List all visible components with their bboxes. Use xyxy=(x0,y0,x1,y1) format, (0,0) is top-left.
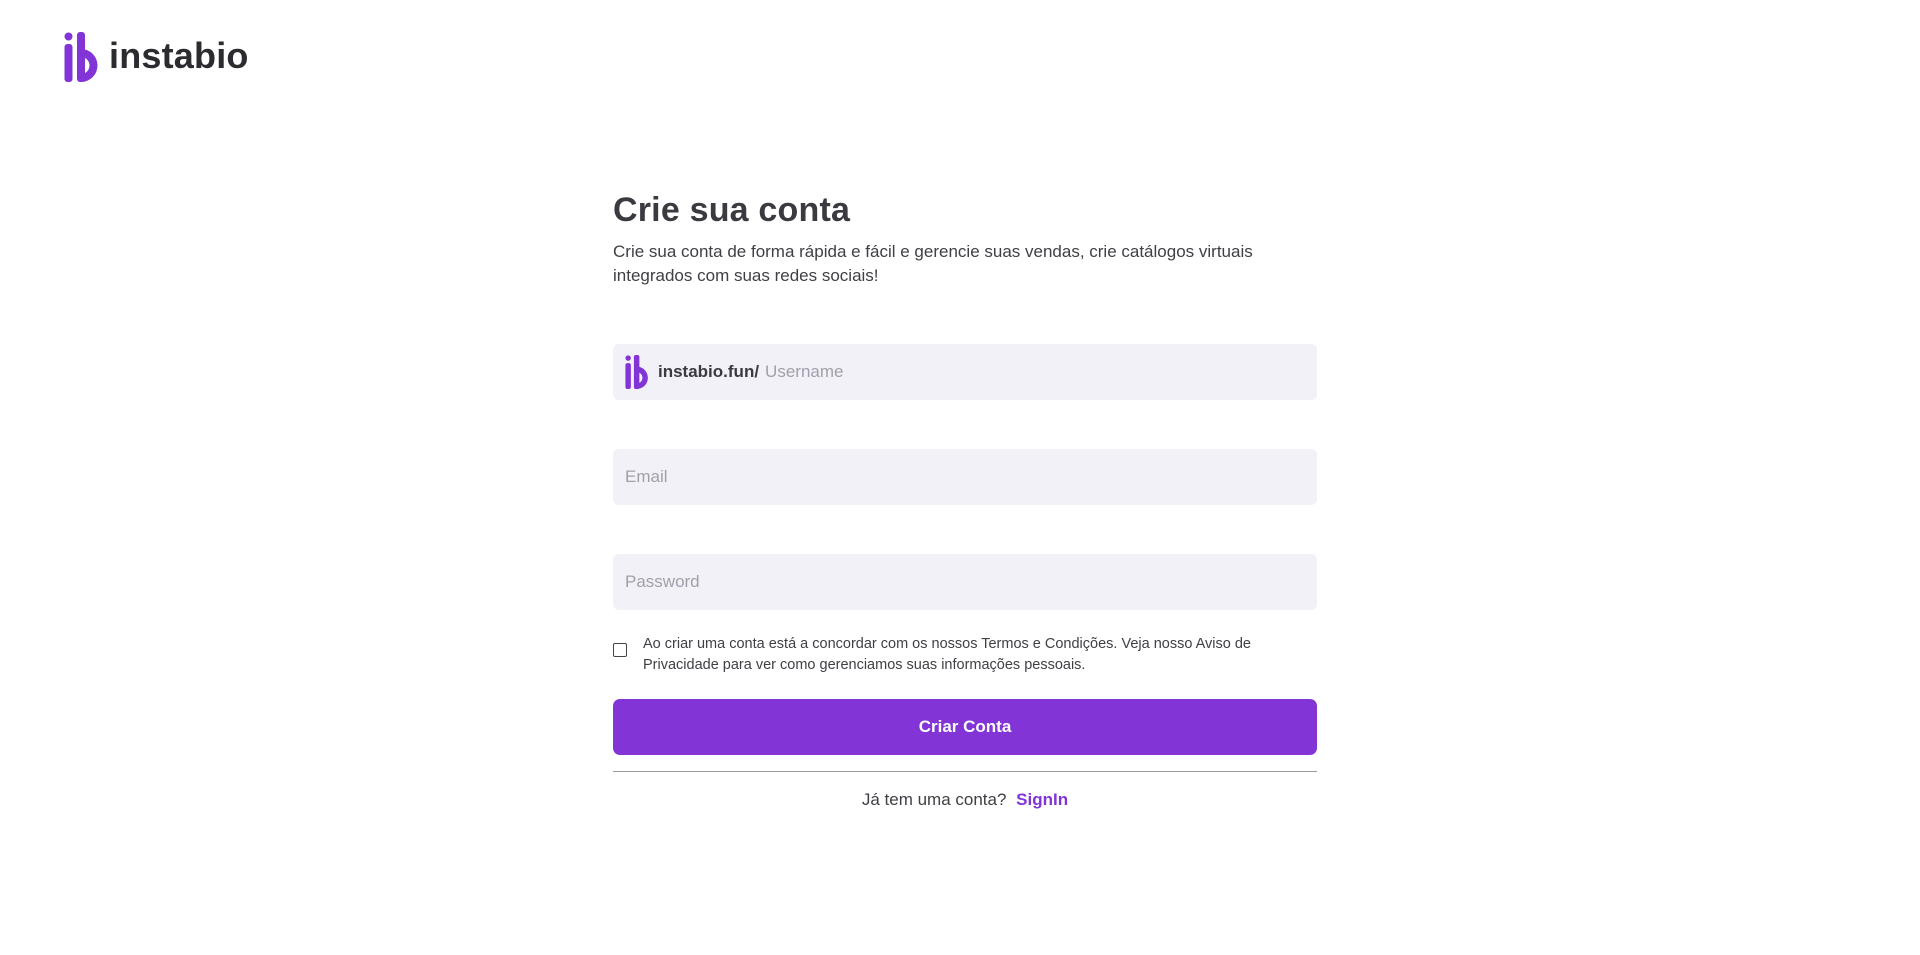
signin-prompt: Já tem uma conta? xyxy=(861,790,1007,809)
signup-form: Crie sua conta Crie sua conta de forma r… xyxy=(613,186,1317,810)
username-field[interactable]: instabio.fun/ xyxy=(613,344,1317,400)
terms-checkbox[interactable] xyxy=(613,643,627,657)
instabio-logo-icon xyxy=(625,355,648,389)
password-field[interactable] xyxy=(613,554,1317,610)
create-account-button[interactable]: Criar Conta xyxy=(613,699,1317,755)
password-input[interactable] xyxy=(625,554,1305,610)
email-field[interactable] xyxy=(613,449,1317,505)
page-subtitle: Crie sua conta de forma rápida e fácil e… xyxy=(613,242,1253,285)
username-url-prefix: instabio.fun/ xyxy=(658,362,760,381)
page-title: Crie sua conta xyxy=(613,191,851,229)
instabio-logo-icon xyxy=(64,32,98,82)
divider xyxy=(613,771,1317,772)
instabio-logo[interactable]: instabio xyxy=(64,32,249,82)
terms-text: Ao criar uma conta está a concordar com … xyxy=(643,636,1251,673)
terms-row: Ao criar uma conta está a concordar com … xyxy=(613,634,1317,676)
signin-row: Já tem uma conta? SignIn xyxy=(613,790,1317,810)
username-input[interactable] xyxy=(765,344,1305,400)
brand-name: instabio xyxy=(109,35,249,76)
email-input[interactable] xyxy=(625,449,1305,505)
signin-link[interactable]: SignIn xyxy=(1016,790,1068,809)
